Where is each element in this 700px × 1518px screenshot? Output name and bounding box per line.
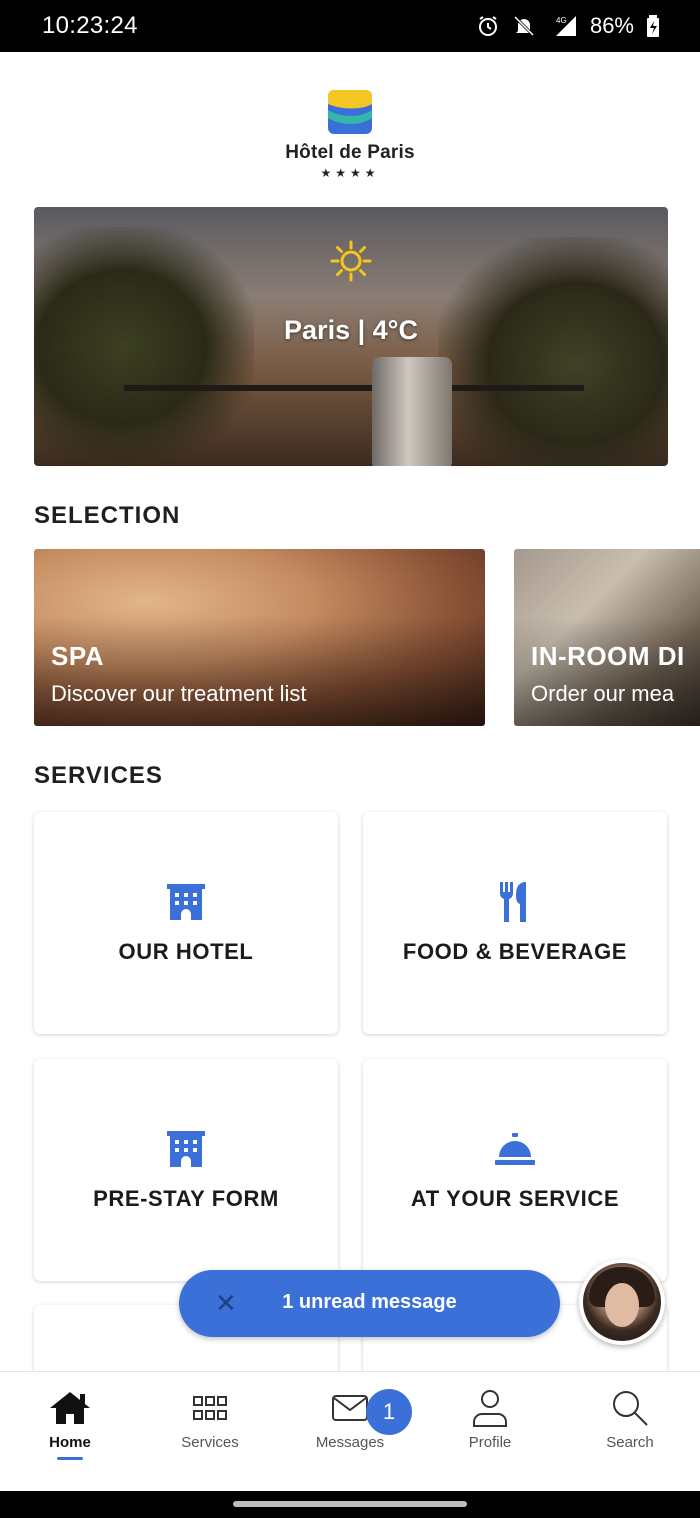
selection-card-in-room-dining[interactable]: IN-ROOM DI Order our mea (514, 549, 700, 726)
service-tile-label: OUR HOTEL (118, 939, 254, 964)
battery-icon (647, 15, 659, 37)
status-bar: 10:23:24 4G 86% (0, 0, 700, 52)
alarm-icon (478, 16, 497, 36)
nav-label: Profile (468, 1434, 512, 1451)
logo-mark-icon (328, 90, 372, 134)
unread-message-text: 1 unread message (282, 1291, 457, 1313)
service-tile-food-beverage[interactable]: FOOD & BEVERAGE (363, 812, 667, 1034)
building-icon (167, 1131, 205, 1167)
mute-notification-icon (513, 15, 535, 37)
nav-label: Search (606, 1434, 654, 1451)
services-title: SERVICES (34, 762, 163, 789)
bottom-navigation: Home Services Messages Profile Search (0, 1371, 700, 1491)
service-tile-our-hotel[interactable]: OUR HOTEL (34, 812, 338, 1034)
search-icon (613, 1391, 648, 1426)
selection-title: SELECTION (34, 502, 181, 529)
weather-banner[interactable]: Paris | 4°C (34, 207, 668, 466)
nav-item-services[interactable]: Services (140, 1388, 280, 1451)
nav-label: Home (49, 1434, 91, 1451)
plants-right (438, 237, 668, 466)
battery-percent: 86% (589, 13, 634, 38)
nav-item-search[interactable]: Search (560, 1388, 700, 1451)
service-tile-label: FOOD & BEVERAGE (402, 939, 628, 964)
status-icons: 4G 86% (476, 10, 660, 42)
status-time: 10:23:24 (42, 12, 138, 39)
home-gesture-handle[interactable] (233, 1501, 467, 1507)
service-tile-pre-stay-form[interactable]: PRE-STAY FORM (34, 1059, 338, 1281)
nav-item-home[interactable]: Home (0, 1388, 140, 1460)
service-tile-at-your-service[interactable]: AT YOUR SERVICE (363, 1059, 667, 1281)
service-tile-label: PRE-STAY FORM (93, 1186, 279, 1211)
champagne-bucket (372, 357, 452, 466)
svg-text:4G: 4G (556, 16, 567, 25)
user-icon (473, 1390, 507, 1427)
selection-card-subtitle: Discover our treatment list (51, 681, 307, 706)
balcony-rail (124, 385, 584, 391)
building-icon (167, 884, 205, 920)
selection-card-title: SPA (51, 641, 105, 671)
plants-left (34, 227, 254, 466)
nav-label: Messages (315, 1434, 385, 1451)
hotel-stars: ★★★★ (320, 166, 380, 180)
service-bell-icon (495, 1133, 535, 1165)
selection-card-subtitle: Order our mea (531, 681, 675, 706)
messages-badge: 1 (366, 1389, 412, 1435)
signal-icon: 4G (555, 16, 576, 36)
sun-icon (330, 240, 372, 282)
fork-knife-icon (500, 882, 526, 922)
selection-card-spa[interactable]: SPA Discover our treatment list (34, 549, 485, 726)
hotel-name: Hôtel de Paris (285, 142, 415, 163)
selection-card-title: IN-ROOM DI (531, 641, 685, 671)
home-icon (50, 1392, 90, 1424)
active-indicator (57, 1457, 83, 1460)
weather-text: Paris | 4°C (284, 315, 418, 345)
unread-message-banner[interactable]: ✕ 1 unread message (179, 1270, 560, 1337)
gesture-bar (0, 1491, 700, 1518)
grid-icon (193, 1396, 227, 1420)
envelope-icon (332, 1395, 368, 1421)
nav-label: Services (181, 1434, 239, 1451)
nav-item-profile[interactable]: Profile (420, 1388, 560, 1451)
hotel-logo: Hôtel de Paris ★★★★ (0, 88, 700, 180)
service-tile-label: AT YOUR SERVICE (410, 1186, 620, 1211)
concierge-avatar[interactable] (579, 1259, 665, 1345)
